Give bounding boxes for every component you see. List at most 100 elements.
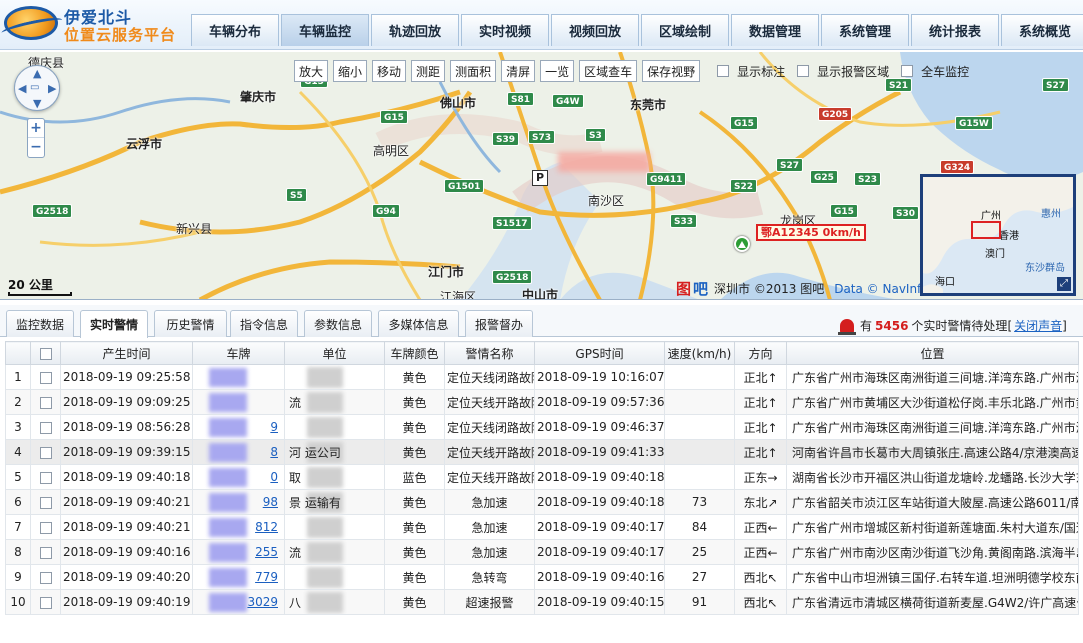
monitor-all-checkbox[interactable]: 全车监控 [901, 63, 969, 80]
nav-data-manage[interactable]: 数据管理 [731, 14, 819, 46]
tab-multimedia-info[interactable]: 多媒体信息 [378, 310, 459, 337]
checkbox-box[interactable] [797, 65, 810, 77]
plate-cell[interactable]: 3029 [192, 589, 285, 615]
tab-command-info[interactable]: 指令信息 [230, 310, 298, 337]
map-measure-distance-button[interactable]: 测距 [411, 60, 446, 82]
row-checkbox[interactable] [39, 421, 52, 434]
nav-system-manage[interactable]: 系统管理 [821, 14, 909, 46]
pan-up-icon[interactable]: ▲ [33, 67, 41, 80]
nav-track-playback[interactable]: 轨迹回放 [371, 14, 459, 46]
plate-cell[interactable]: 9 [192, 414, 285, 440]
row-checkbox[interactable] [39, 596, 52, 609]
plate-cell[interactable]: 812 [192, 514, 285, 540]
plate-cell[interactable]: 779 [192, 564, 285, 590]
nav-area-draw[interactable]: 区域绘制 [641, 14, 729, 46]
map-move-button[interactable]: 移动 [372, 60, 407, 82]
row-checkbox[interactable] [39, 446, 52, 459]
select-all-checkbox[interactable] [39, 347, 52, 360]
plate-cell[interactable]: 255 [192, 539, 285, 565]
tab-history-alarm[interactable]: 历史警情 [154, 310, 227, 337]
checkbox-box[interactable] [717, 65, 730, 77]
mute-sound-link[interactable]: 关闭声音 [1014, 317, 1062, 334]
map-overview-button[interactable]: 一览 [540, 60, 575, 82]
nav-video-playback[interactable]: 视频回放 [551, 14, 639, 46]
map-toolbar: 放大 缩小 移动 测距 测面积 清屏 一览 区域查车 保存视野 显示标注 显示报… [294, 60, 969, 82]
pan-down-icon[interactable]: ▼ [33, 97, 41, 110]
pan-left-icon[interactable]: ◀ [18, 82, 26, 95]
select-cell[interactable] [30, 564, 61, 590]
col-plate[interactable]: 车牌 [192, 341, 285, 365]
map-overview[interactable]: 广州 香港 澳门 海口 惠州 东沙群岛 ⤢ [920, 174, 1076, 296]
col-location[interactable]: 位置 [786, 341, 1079, 365]
zoom-in-button[interactable]: + [28, 119, 44, 138]
table-row[interactable]: 7 2018-09-19 09:40:21 812 黄色 急加速 2018-09-19 0… [5, 514, 1079, 540]
vehicle-marker-icon[interactable] [734, 236, 750, 252]
select-cell[interactable] [30, 389, 61, 415]
select-cell[interactable] [30, 489, 61, 515]
show-labels-checkbox[interactable]: 显示标注 [717, 63, 785, 80]
row-checkbox[interactable] [39, 521, 52, 534]
col-created-time[interactable]: 产生时间 [60, 341, 193, 365]
table-row[interactable]: 2 2018-09-19 09:09:25 流 黄色 定位天线开路故障 2018-09-1… [5, 389, 1079, 415]
navinfo-link[interactable]: Data © NavInfo [834, 282, 928, 296]
col-speed[interactable]: 速度(km/h) [664, 341, 735, 365]
select-cell[interactable] [30, 414, 61, 440]
col-plate-color[interactable]: 车牌颜色 [384, 341, 445, 365]
map-measure-area-button[interactable]: 测面积 [450, 60, 497, 82]
map-clear-button[interactable]: 清屏 [501, 60, 536, 82]
row-checkbox[interactable] [39, 571, 52, 584]
table-row[interactable]: 3 2018-09-19 08:56:28 9 黄色 定位天线闭路故障 2018-09-1… [5, 414, 1079, 440]
select-cell[interactable] [30, 539, 61, 565]
map-area-search-button[interactable]: 区域查车 [579, 60, 638, 82]
table-row[interactable]: 10 2018-09-19 09:40:19 3029 八 黄色 超速报警 2018-09-… [5, 589, 1079, 615]
col-alarm-name[interactable]: 警情名称 [444, 341, 535, 365]
table-row[interactable]: 6 2018-09-19 09:40:21 98 景 运输有 黄色 急加速 2018-09-… [5, 489, 1079, 515]
nav-vehicle-distribution[interactable]: 车辆分布 [191, 14, 279, 46]
tab-param-info[interactable]: 参数信息 [304, 310, 372, 337]
col-select[interactable] [30, 341, 61, 365]
overview-viewport[interactable] [971, 221, 1001, 239]
select-cell[interactable] [30, 589, 61, 615]
map-save-view-button[interactable]: 保存视野 [642, 60, 701, 82]
row-checkbox[interactable] [39, 471, 52, 484]
nav-system-overview[interactable]: 系统概览 [1001, 14, 1083, 46]
show-alarm-area-checkbox[interactable]: 显示报警区域 [797, 63, 889, 80]
col-gps-time[interactable]: GPS时间 [534, 341, 665, 365]
nav-live-video[interactable]: 实时视频 [461, 14, 549, 46]
table-row[interactable]: 4 2018-09-19 09:39:15 8 河 运公司 黄色 定位天线开路故障 2018… [5, 439, 1079, 465]
map-zoom-in-button[interactable]: 放大 [294, 60, 329, 82]
table-row[interactable]: 5 2018-09-19 09:40:18 0 取蓝色 定位天线开路故障 2018-09-… [5, 464, 1079, 490]
select-cell[interactable] [30, 514, 61, 540]
select-cell[interactable] [30, 364, 61, 390]
nav-reports[interactable]: 统计报表 [911, 14, 999, 46]
row-checkbox[interactable] [39, 371, 52, 384]
nav-vehicle-monitor[interactable]: 车辆监控 [281, 14, 369, 46]
plate-cell[interactable] [192, 364, 285, 390]
tab-realtime-alarm[interactable]: 实时警情 [80, 310, 148, 338]
map-zoom-out-button[interactable]: 缩小 [333, 60, 368, 82]
checkbox-box[interactable] [901, 65, 914, 77]
col-unit[interactable]: 单位 [284, 341, 385, 365]
plate-cell[interactable]: 0 [192, 464, 285, 490]
plate-cell[interactable] [192, 389, 285, 415]
row-checkbox[interactable] [39, 546, 52, 559]
pan-right-icon[interactable]: ▶ [48, 82, 56, 95]
map-pan-control[interactable]: ▲ ▼ ◀ ▶ ▭ [14, 65, 60, 111]
table-row[interactable]: 8 2018-09-19 09:40:16 255 流 黄色 急加速 2018-09-19 … [5, 539, 1079, 565]
vehicle-label[interactable]: 鄂A12345 0km/h [756, 224, 866, 241]
plate-cell[interactable]: 98 [192, 489, 285, 515]
row-checkbox[interactable] [39, 496, 52, 509]
map-view[interactable]: 德庆县 肇庆市 云浮市 新兴县 佛山市 高明区 东莞市 南沙区 江门市 江海区 … [0, 52, 1083, 300]
table-row[interactable]: 1 2018-09-19 09:25:58 黄色 定位天线闭路故障 2018-09-19… [5, 364, 1079, 390]
parking-marker-icon[interactable]: P [532, 170, 548, 186]
zoom-out-button[interactable]: − [28, 138, 44, 157]
table-row[interactable]: 9 2018-09-19 09:40:20 779 黄色 急转弯 2018-09-19 0… [5, 564, 1079, 590]
expand-icon[interactable]: ⤢ [1057, 277, 1071, 291]
plate-cell[interactable]: 8 [192, 439, 285, 465]
select-cell[interactable] [30, 464, 61, 490]
row-checkbox[interactable] [39, 396, 52, 409]
tab-monitor-data[interactable]: 监控数据 [6, 310, 74, 337]
col-direction[interactable]: 方向 [734, 341, 787, 365]
tab-alarm-supervise[interactable]: 报警督办 [465, 310, 533, 337]
select-cell[interactable] [30, 439, 61, 465]
